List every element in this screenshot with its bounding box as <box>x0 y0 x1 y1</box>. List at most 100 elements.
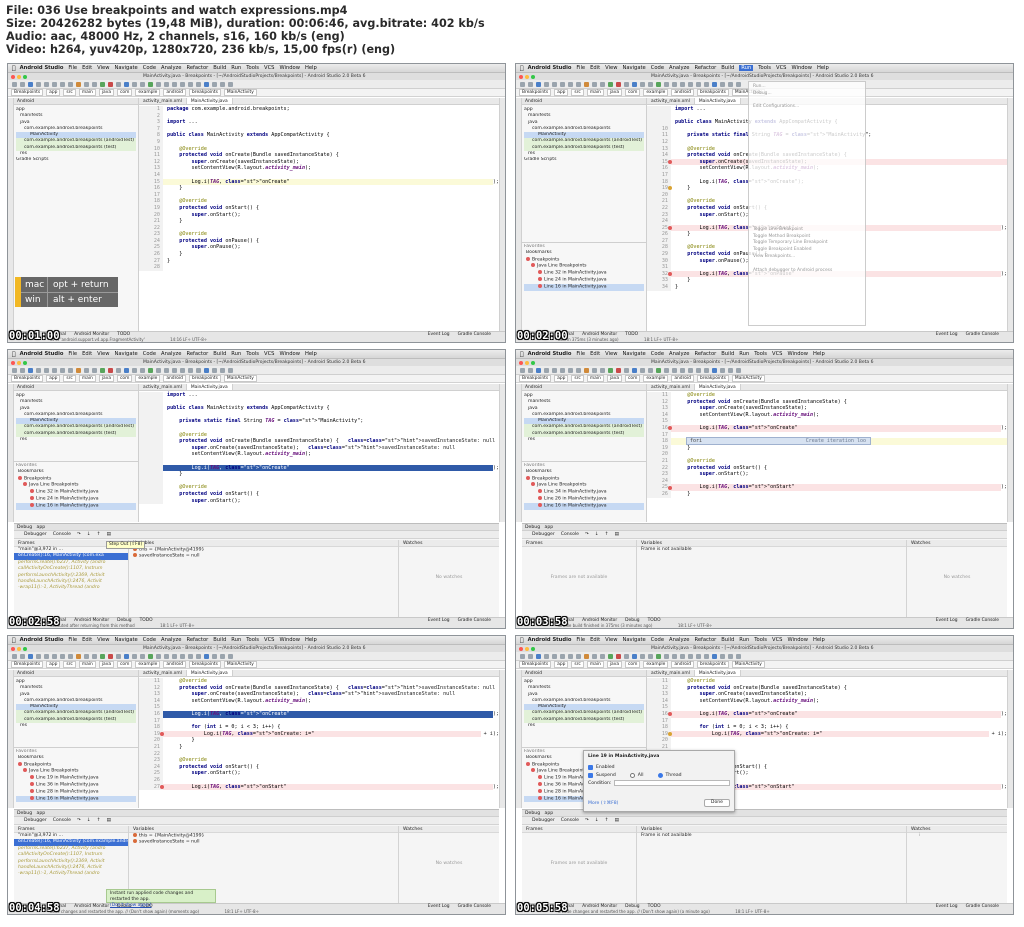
breadcrumb-item[interactable]: Breakpoints <box>11 89 44 96</box>
menu-item-window[interactable]: Window <box>279 65 299 71</box>
toolbar-button-icon[interactable] <box>100 81 105 87</box>
code-area[interactable]: 11 @Override 12 protected void onCreate(… <box>139 678 499 808</box>
toolbar-button-icon[interactable] <box>212 653 217 659</box>
line-number[interactable]: 15 <box>647 158 672 166</box>
breadcrumb-item[interactable]: java <box>606 375 623 382</box>
breakpoint-item[interactable]: Line 16 in MainActivity.java <box>524 502 644 510</box>
line-number[interactable]: 11 <box>647 678 671 685</box>
toolbar-button-icon[interactable] <box>544 367 549 373</box>
line-number[interactable]: 24 <box>139 763 163 771</box>
line-number[interactable] <box>139 490 163 498</box>
toolbar-button-icon[interactable] <box>600 81 605 87</box>
favorites-breakpoints[interactable]: Breakpoints <box>16 475 136 483</box>
line-number[interactable] <box>139 431 163 439</box>
line-number[interactable]: 13 <box>647 405 671 412</box>
toolbar-button-icon[interactable] <box>632 653 637 659</box>
run-menu-item[interactable] <box>753 200 861 207</box>
menu-item-window[interactable]: Window <box>279 351 299 357</box>
zoom-window-button[interactable] <box>23 360 27 365</box>
menu-item-analyze[interactable]: Analyze <box>161 637 181 643</box>
toolbar-button-icon[interactable] <box>712 367 717 373</box>
breakpoint-item[interactable]: Line 16 in MainActivity.java <box>16 795 136 803</box>
toolbar-button-icon[interactable] <box>196 653 201 659</box>
line-number[interactable]: 23 <box>647 211 671 219</box>
toolbar-button-icon[interactable] <box>664 81 669 87</box>
line-number[interactable]: 15 <box>647 418 671 425</box>
toolbar-button-icon[interactable] <box>720 653 725 659</box>
zoom-window-button[interactable] <box>23 646 27 651</box>
toolbar-button-icon[interactable] <box>528 81 533 87</box>
step-into-icon[interactable]: ↓ <box>595 818 599 823</box>
toolbar-button-icon[interactable] <box>656 653 661 659</box>
breadcrumb-item[interactable]: main <box>78 375 96 382</box>
toolbar-button-icon[interactable] <box>148 81 153 87</box>
toolbar-button-icon[interactable] <box>188 81 193 87</box>
line-number[interactable]: 30 <box>647 257 671 265</box>
toolbar-button-icon[interactable] <box>148 367 153 373</box>
toolbar-button-icon[interactable] <box>172 367 177 373</box>
breadcrumb-item[interactable]: MainActivity <box>223 89 257 96</box>
editor-tab[interactable]: activity_main.xml <box>139 98 187 104</box>
menu-item-analyze[interactable]: Analyze <box>161 65 181 71</box>
close-window-button[interactable] <box>519 646 523 651</box>
line-number[interactable] <box>139 438 163 445</box>
editor-tab[interactable]: MainActivity.java <box>694 670 741 676</box>
menu-item-edit[interactable]: Edit <box>82 637 92 643</box>
toolbar-button-icon[interactable] <box>28 367 33 373</box>
toolbar-button-icon[interactable] <box>156 367 161 373</box>
line-number[interactable]: 24 <box>139 237 163 245</box>
step-over-icon[interactable]: ↷ <box>585 818 589 823</box>
apple-icon[interactable]:  <box>520 65 524 72</box>
step-out-icon[interactable]: ↑ <box>605 818 609 823</box>
toolbar-button-icon[interactable] <box>196 81 201 87</box>
line-number[interactable]: 12 <box>647 398 671 406</box>
toolbar-button-icon[interactable] <box>688 81 693 87</box>
menu-item-window[interactable]: Window <box>279 637 299 643</box>
line-number[interactable]: 17 <box>647 431 671 439</box>
evaluate-icon[interactable]: ▤ <box>615 818 619 823</box>
breadcrumb-item[interactable]: example <box>643 375 669 382</box>
run-menu-item[interactable] <box>753 118 861 125</box>
toolbar-button-icon[interactable] <box>100 367 105 373</box>
java-line-breakpoints[interactable]: Java Line Breakpoints <box>16 768 136 775</box>
line-number[interactable]: 1 <box>139 106 163 113</box>
toolbar-button-icon[interactable] <box>728 367 733 373</box>
line-number[interactable]: 18 <box>647 724 671 731</box>
line-number[interactable] <box>139 484 163 491</box>
breakpoint-item[interactable]: Line 36 in MainActivity.java <box>16 781 136 789</box>
menu-item-edit[interactable]: Edit <box>590 637 600 643</box>
step-out-icon[interactable]: ↑ <box>605 532 609 537</box>
apple-icon[interactable]:  <box>520 351 524 358</box>
menu-item-view[interactable]: View <box>97 637 109 643</box>
toolbar-button-icon[interactable] <box>44 81 49 87</box>
menu-item-edit[interactable]: Edit <box>82 351 92 357</box>
line-number[interactable]: 17 <box>139 717 163 725</box>
toolbar-button-icon[interactable] <box>188 653 193 659</box>
toolbar-button-icon[interactable] <box>84 653 89 659</box>
menu-item-help[interactable]: Help <box>817 65 829 71</box>
editor-tab[interactable]: activity_main.xml <box>647 670 695 676</box>
toolbar-button-icon[interactable] <box>172 653 177 659</box>
toolbar-button-icon[interactable] <box>100 653 105 659</box>
breadcrumb-item[interactable]: MainActivity <box>731 375 765 382</box>
project-tree-item[interactable]: Gradle Scripts <box>16 157 136 163</box>
minimize-window-button[interactable] <box>525 360 529 365</box>
line-number[interactable]: 18 <box>139 198 163 205</box>
line-number[interactable]: 12 <box>647 138 671 146</box>
line-number[interactable]: 12 <box>139 158 163 166</box>
line-number[interactable]: 16 <box>139 710 163 718</box>
stack-frame[interactable]: onCreate():16, MainActivity (com.example… <box>14 839 128 846</box>
variable-row[interactable]: savedInstanceState = null <box>129 839 398 845</box>
line-number[interactable]: 15 <box>139 704 163 711</box>
breadcrumb-item[interactable]: main <box>586 661 604 668</box>
breadcrumb-item[interactable]: example <box>643 661 669 668</box>
menu-item-file[interactable]: File <box>68 637 77 643</box>
evaluate-icon[interactable]: ▤ <box>107 532 111 537</box>
line-number[interactable]: 15 <box>139 178 163 186</box>
line-number[interactable]: 17 <box>139 191 163 199</box>
toolbar-button-icon[interactable] <box>736 367 741 373</box>
toolbar-button-icon[interactable] <box>552 367 557 373</box>
line-number[interactable]: 21 <box>647 457 671 465</box>
toolbar-button-icon[interactable] <box>228 81 233 87</box>
toolbar-button-icon[interactable] <box>576 367 581 373</box>
